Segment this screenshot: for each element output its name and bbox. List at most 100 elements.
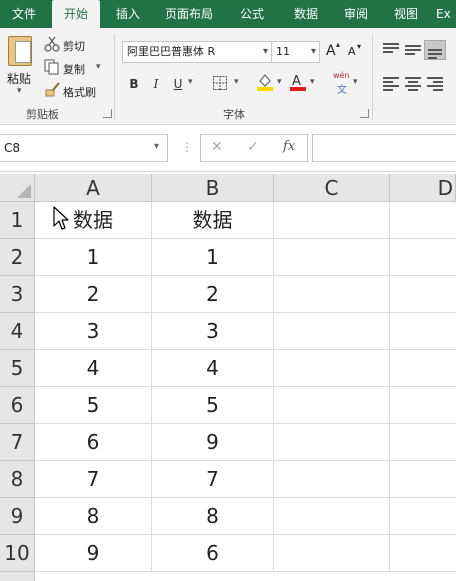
cell-b6[interactable]: 5 xyxy=(152,387,274,424)
copy-button[interactable]: 复制 xyxy=(63,61,85,77)
row-header[interactable]: 8 xyxy=(0,461,35,498)
font-color-dropdown-icon[interactable]: ▾ xyxy=(310,77,315,87)
row-header[interactable]: 10 xyxy=(0,535,35,572)
fill-color-icon[interactable] xyxy=(256,72,274,92)
align-right-icon[interactable] xyxy=(427,76,443,91)
cell-d8[interactable] xyxy=(390,461,456,498)
fill-color-dropdown-icon[interactable]: ▾ xyxy=(277,77,282,87)
font-name-select[interactable]: 阿里巴巴普惠体 R ▾ xyxy=(122,41,272,63)
cell-b1[interactable]: 数据 xyxy=(152,202,274,239)
tab-view[interactable]: 视图 xyxy=(384,0,428,28)
cell-a7[interactable]: 6 xyxy=(35,424,152,461)
underline-dropdown-icon[interactable]: ▾ xyxy=(188,77,193,87)
cell-d7[interactable] xyxy=(390,424,456,461)
cell-c1[interactable] xyxy=(274,202,390,239)
phonetic-icon[interactable]: 文 xyxy=(337,81,347,96)
column-header-d[interactable]: D xyxy=(390,174,456,202)
insert-function-icon[interactable]: fx xyxy=(283,139,295,154)
cell-b7[interactable]: 9 xyxy=(152,424,274,461)
phonetic-dropdown-icon[interactable]: ▾ xyxy=(353,77,358,87)
cell-c6[interactable] xyxy=(274,387,390,424)
cell-d10[interactable] xyxy=(390,535,456,572)
italic-button[interactable]: I xyxy=(148,75,164,93)
align-center-icon[interactable] xyxy=(405,76,421,91)
cell-b8[interactable]: 7 xyxy=(152,461,274,498)
align-left-icon[interactable] xyxy=(383,76,399,91)
cut-button[interactable]: 剪切 xyxy=(63,38,85,54)
cell-a5[interactable]: 4 xyxy=(35,350,152,387)
format-painter-icon[interactable] xyxy=(44,82,60,98)
row-header[interactable]: 6 xyxy=(0,387,35,424)
cell-a3[interactable]: 2 xyxy=(35,276,152,313)
cell-a6[interactable]: 5 xyxy=(35,387,152,424)
format-painter-button[interactable]: 格式刷 xyxy=(63,84,96,100)
tab-formulas[interactable]: 公式 xyxy=(228,0,276,28)
row-header[interactable]: 5 xyxy=(0,350,35,387)
phonetic-top[interactable]: wén xyxy=(333,71,350,80)
cell-c5[interactable] xyxy=(274,350,390,387)
cell-c4[interactable] xyxy=(274,313,390,350)
row-header[interactable]: 2 xyxy=(0,239,35,276)
row-header[interactable]: 3 xyxy=(0,276,35,313)
cell-c2[interactable] xyxy=(274,239,390,276)
clipboard-launcher-icon[interactable] xyxy=(103,109,112,118)
cell-c9[interactable] xyxy=(274,498,390,535)
chevron-down-icon[interactable]: ▾ xyxy=(154,141,159,152)
paste-icon[interactable] xyxy=(8,36,32,66)
row-header[interactable]: 1 xyxy=(0,202,35,239)
row-header[interactable]: 7 xyxy=(0,424,35,461)
tab-review[interactable]: 审阅 xyxy=(332,0,380,28)
cell-d9[interactable] xyxy=(390,498,456,535)
tab-data[interactable]: 数据 xyxy=(282,0,330,28)
cell-c7[interactable] xyxy=(274,424,390,461)
bold-button[interactable]: B xyxy=(126,75,142,93)
tab-page-layout[interactable]: 页面布局 xyxy=(158,0,220,28)
formula-input[interactable] xyxy=(312,134,456,162)
cell-d6[interactable] xyxy=(390,387,456,424)
borders-icon[interactable] xyxy=(212,75,228,91)
tab-file[interactable]: 文件 xyxy=(0,0,48,28)
formula-bar-grip-icon[interactable]: ⋮ xyxy=(181,140,193,154)
cell-d4[interactable] xyxy=(390,313,456,350)
cell-b4[interactable]: 3 xyxy=(152,313,274,350)
cell-b10[interactable]: 6 xyxy=(152,535,274,572)
cell-b5[interactable]: 4 xyxy=(152,350,274,387)
row-header[interactable]: 9 xyxy=(0,498,35,535)
cell-c3[interactable] xyxy=(274,276,390,313)
font-size-select[interactable]: 11 ▾ xyxy=(271,41,320,63)
row-header[interactable]: 4 xyxy=(0,313,35,350)
font-color-icon[interactable]: A xyxy=(289,72,307,92)
tab-insert[interactable]: 插入 xyxy=(104,0,152,28)
underline-button[interactable]: U xyxy=(170,75,186,93)
cancel-icon[interactable]: ✕ xyxy=(211,139,223,155)
font-launcher-icon[interactable] xyxy=(360,109,369,118)
cell-a10[interactable]: 9 xyxy=(35,535,152,572)
cell-a8[interactable]: 7 xyxy=(35,461,152,498)
cell-a2[interactable]: 1 xyxy=(35,239,152,276)
align-top-icon[interactable] xyxy=(383,42,399,56)
grow-font-button[interactable]: A xyxy=(326,43,336,59)
shrink-font-button[interactable]: A xyxy=(348,45,356,58)
cell-b3[interactable]: 2 xyxy=(152,276,274,313)
paste-dropdown-icon[interactable]: ▾ xyxy=(17,86,22,96)
cell-d1[interactable] xyxy=(390,202,456,239)
copy-icon[interactable] xyxy=(44,59,60,75)
select-all-button[interactable] xyxy=(0,174,35,202)
column-header-b[interactable]: B xyxy=(152,174,274,202)
borders-dropdown-icon[interactable]: ▾ xyxy=(234,77,239,87)
cell-a4[interactable]: 3 xyxy=(35,313,152,350)
align-middle-icon[interactable] xyxy=(405,42,421,56)
tab-extra[interactable]: Ex xyxy=(436,0,456,28)
copy-dropdown-icon[interactable]: ▾ xyxy=(96,62,101,72)
column-header-c[interactable]: C xyxy=(274,174,390,202)
cell-a9[interactable]: 8 xyxy=(35,498,152,535)
enter-icon[interactable]: ✓ xyxy=(247,139,259,155)
cell-c8[interactable] xyxy=(274,461,390,498)
column-header-a[interactable]: A xyxy=(35,174,152,202)
cell-c10[interactable] xyxy=(274,535,390,572)
cell-d2[interactable] xyxy=(390,239,456,276)
cell-d5[interactable] xyxy=(390,350,456,387)
cell-d3[interactable] xyxy=(390,276,456,313)
cell-b9[interactable]: 8 xyxy=(152,498,274,535)
scissors-icon[interactable] xyxy=(44,36,60,52)
